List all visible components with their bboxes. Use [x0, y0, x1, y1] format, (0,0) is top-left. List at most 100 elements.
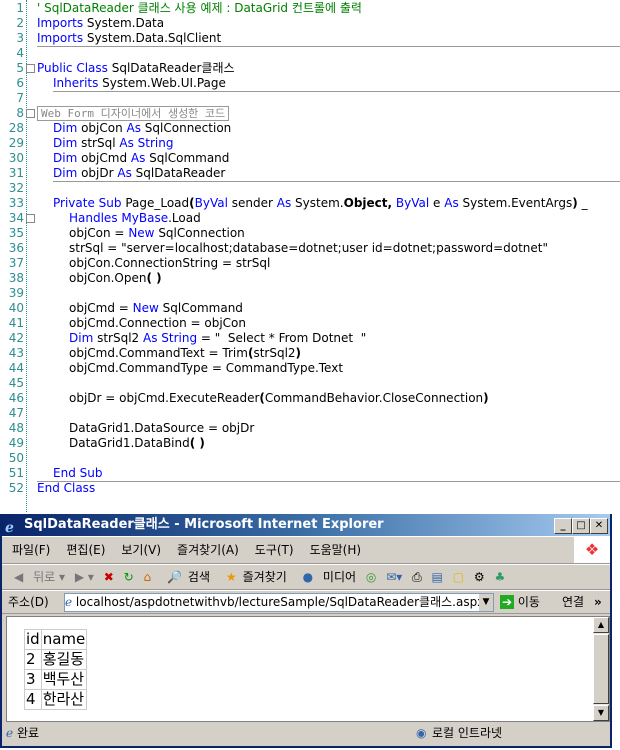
code-line[interactable]: 36 strSql = "server=localhost;database=do…	[0, 241, 620, 256]
menu-view[interactable]: 보기(V)	[121, 543, 161, 557]
code-line[interactable]: 3 Imports System.Data.SqlClient	[0, 31, 620, 47]
code-line[interactable]: 44 objCmd.CommandType = CommandType.Text	[0, 361, 620, 376]
search-button[interactable]: 🔎 검색	[161, 570, 210, 584]
code-line[interactable]: 5 Public Class SqlDataReader클래스	[0, 61, 620, 76]
forward-button[interactable]: ▶ ▾	[75, 570, 94, 584]
code-token: SqlConnection	[140, 121, 232, 135]
code-line[interactable]: 43 objCmd.CommandText = Trim(strSql2)	[0, 346, 620, 361]
cell-name: 한라산	[40, 689, 88, 710]
code-line[interactable]: 2 Imports System.Data	[0, 16, 620, 31]
refresh-icon[interactable]: ↻	[124, 570, 134, 584]
code-line[interactable]: 30 Dim objCmd As SqlCommand	[0, 151, 620, 166]
code-token: DataGrid1.DataSource = objDr	[69, 421, 255, 435]
menu-help[interactable]: 도움말(H)	[310, 543, 362, 557]
title-bar[interactable]: ℯ SqlDataReader클래스 - Microsoft Internet …	[2, 514, 610, 536]
menu-edit[interactable]: 편집(E)	[66, 543, 105, 557]
line-number: 5	[16, 61, 24, 75]
code-line[interactable]: 28 Dim objCon As SqlConnection	[0, 121, 620, 136]
expand-icon[interactable]	[26, 109, 35, 118]
code-text: objCmd.CommandType = CommandType.Text	[69, 361, 343, 376]
code-token: SqlDataReader클래스	[107, 61, 235, 75]
media-button[interactable]: ● 미디어	[297, 570, 356, 584]
code-line[interactable]: 40 objCmd = New SqlCommand	[0, 301, 620, 316]
code-line[interactable]: 8 Web Form 디자이너에서 생성한 코드	[0, 106, 620, 121]
mail-icon[interactable]: ✉▾	[386, 570, 402, 584]
menu-tools[interactable]: 도구(T)	[255, 543, 294, 557]
line-number: 28	[8, 121, 24, 135]
code-line[interactable]: 51 End Sub	[0, 466, 620, 482]
discuss-icon[interactable]: ▢	[453, 570, 464, 584]
messenger-icon[interactable]: ♣	[494, 570, 505, 584]
line-number: 37	[8, 256, 24, 270]
code-token: )	[483, 391, 489, 405]
menu-favorites[interactable]: 즐겨찾기(A)	[177, 543, 239, 557]
back-button[interactable]: ◀ 뒤로 ▾	[8, 570, 65, 584]
code-editor[interactable]: 1 ' SqlDataReader 클래스 사용 예제 : DataGrid 컨트…	[0, 0, 620, 512]
code-line[interactable]: 39	[0, 286, 620, 301]
code-line[interactable]: 7	[0, 91, 620, 106]
keyword: Dim	[53, 136, 78, 150]
code-line[interactable]: 52 End Class	[0, 481, 620, 496]
code-line[interactable]: 50	[0, 451, 620, 466]
go-button[interactable]: ➔ 이동	[500, 591, 540, 613]
edit-icon[interactable]: ▤	[432, 570, 443, 584]
code-token: SqlCommand	[145, 151, 230, 165]
code-line[interactable]: 48 DataGrid1.DataSource = objDr	[0, 421, 620, 436]
code-token: DataGrid1.DataBind	[69, 436, 190, 450]
line-number: 3	[16, 31, 24, 45]
minimize-button[interactable]: _	[554, 518, 572, 534]
line-number: 32	[8, 181, 24, 195]
code-text: strSql = "server=localhost;database=dotn…	[69, 241, 548, 256]
code-token: System.Data.SqlClient	[83, 31, 222, 45]
close-button[interactable]: ✕	[590, 518, 608, 534]
vertical-scrollbar[interactable]: ▲ ▼	[593, 617, 609, 721]
code-line[interactable]: 37 objCon.ConnectionString = strSql	[0, 256, 620, 271]
table-row: 2 홍길동	[24, 649, 88, 670]
code-line[interactable]: 45	[0, 376, 620, 391]
code-line[interactable]: 29 Dim strSql As String	[0, 136, 620, 151]
code-line[interactable]: 47	[0, 406, 620, 421]
dropdown-arrow-icon[interactable]: ▼	[479, 594, 493, 611]
history-icon[interactable]: ◎	[366, 570, 376, 584]
address-input[interactable]: ℯ localhost/aspdotnetwithvb/lectureSampl…	[64, 593, 494, 612]
code-line[interactable]: 1 ' SqlDataReader 클래스 사용 예제 : DataGrid 컨트…	[0, 1, 620, 16]
code-line[interactable]: 31 Dim objDr As SqlDataReader	[0, 166, 620, 182]
zone-text: 로컬 인트라넷	[432, 726, 503, 740]
research-icon[interactable]: ⚙	[474, 570, 485, 584]
collapse-icon[interactable]	[26, 214, 35, 223]
code-line[interactable]: 38 objCon.Open( )	[0, 271, 620, 286]
go-label: 이동	[517, 595, 540, 609]
scroll-down-icon[interactable]: ▼	[593, 705, 609, 721]
cell-id: 2	[24, 649, 42, 670]
code-line[interactable]: 4	[0, 46, 620, 61]
favorites-button[interactable]: ★ 즐겨찾기	[220, 570, 287, 584]
home-icon[interactable]: ⌂	[144, 570, 152, 584]
print-icon[interactable]: ⎙	[412, 570, 422, 584]
line-number: 52	[8, 481, 24, 495]
status-bar: ℯ 완료 ◉ 로컬 인트라넷	[6, 722, 608, 744]
code-text: Dim strSql2 As String = " Select * From …	[69, 331, 366, 346]
code-line[interactable]: 46 objDr = objCmd.ExecuteReader(CommandBe…	[0, 391, 620, 406]
line-number: 44	[8, 361, 24, 375]
links-button[interactable]: 연결	[562, 591, 584, 613]
keyword: Public Class	[37, 61, 108, 75]
links-more[interactable]: »	[594, 591, 602, 613]
scroll-thumb[interactable]	[593, 634, 609, 704]
toolbar: ◀ 뒤로 ▾ ▶ ▾ ✖ ↻ ⌂ 🔎 검색 ★ 즐겨찾기 ● 미디어 ◎ ✉▾ ⎙ …	[2, 564, 610, 590]
keyword: ByVal	[194, 196, 228, 210]
code-line[interactable]: 34 Handles MyBase.Load	[0, 211, 620, 226]
maximize-button[interactable]: □	[572, 518, 590, 534]
address-label: 주소(D)	[8, 595, 49, 609]
code-line[interactable]: 32	[0, 181, 620, 196]
collapsed-region[interactable]: Web Form 디자이너에서 생성한 코드	[37, 106, 230, 121]
code-line[interactable]: 49 DataGrid1.DataBind( )	[0, 436, 620, 451]
code-line[interactable]: 33 Private Sub Page_Load(ByVal sender As …	[0, 196, 620, 211]
code-line[interactable]: 6 Inherits System.Web.UI.Page	[0, 76, 620, 92]
stop-icon[interactable]: ✖	[104, 570, 114, 584]
collapse-icon[interactable]	[26, 64, 35, 73]
code-line[interactable]: 42 Dim strSql2 As String = " Select * Fro…	[0, 331, 620, 346]
menu-file[interactable]: 파일(F)	[12, 543, 50, 557]
scroll-up-icon[interactable]: ▲	[593, 617, 609, 633]
code-line[interactable]: 41 objCmd.Connection = objCon	[0, 316, 620, 331]
code-line[interactable]: 35 objCon = New SqlConnection	[0, 226, 620, 241]
